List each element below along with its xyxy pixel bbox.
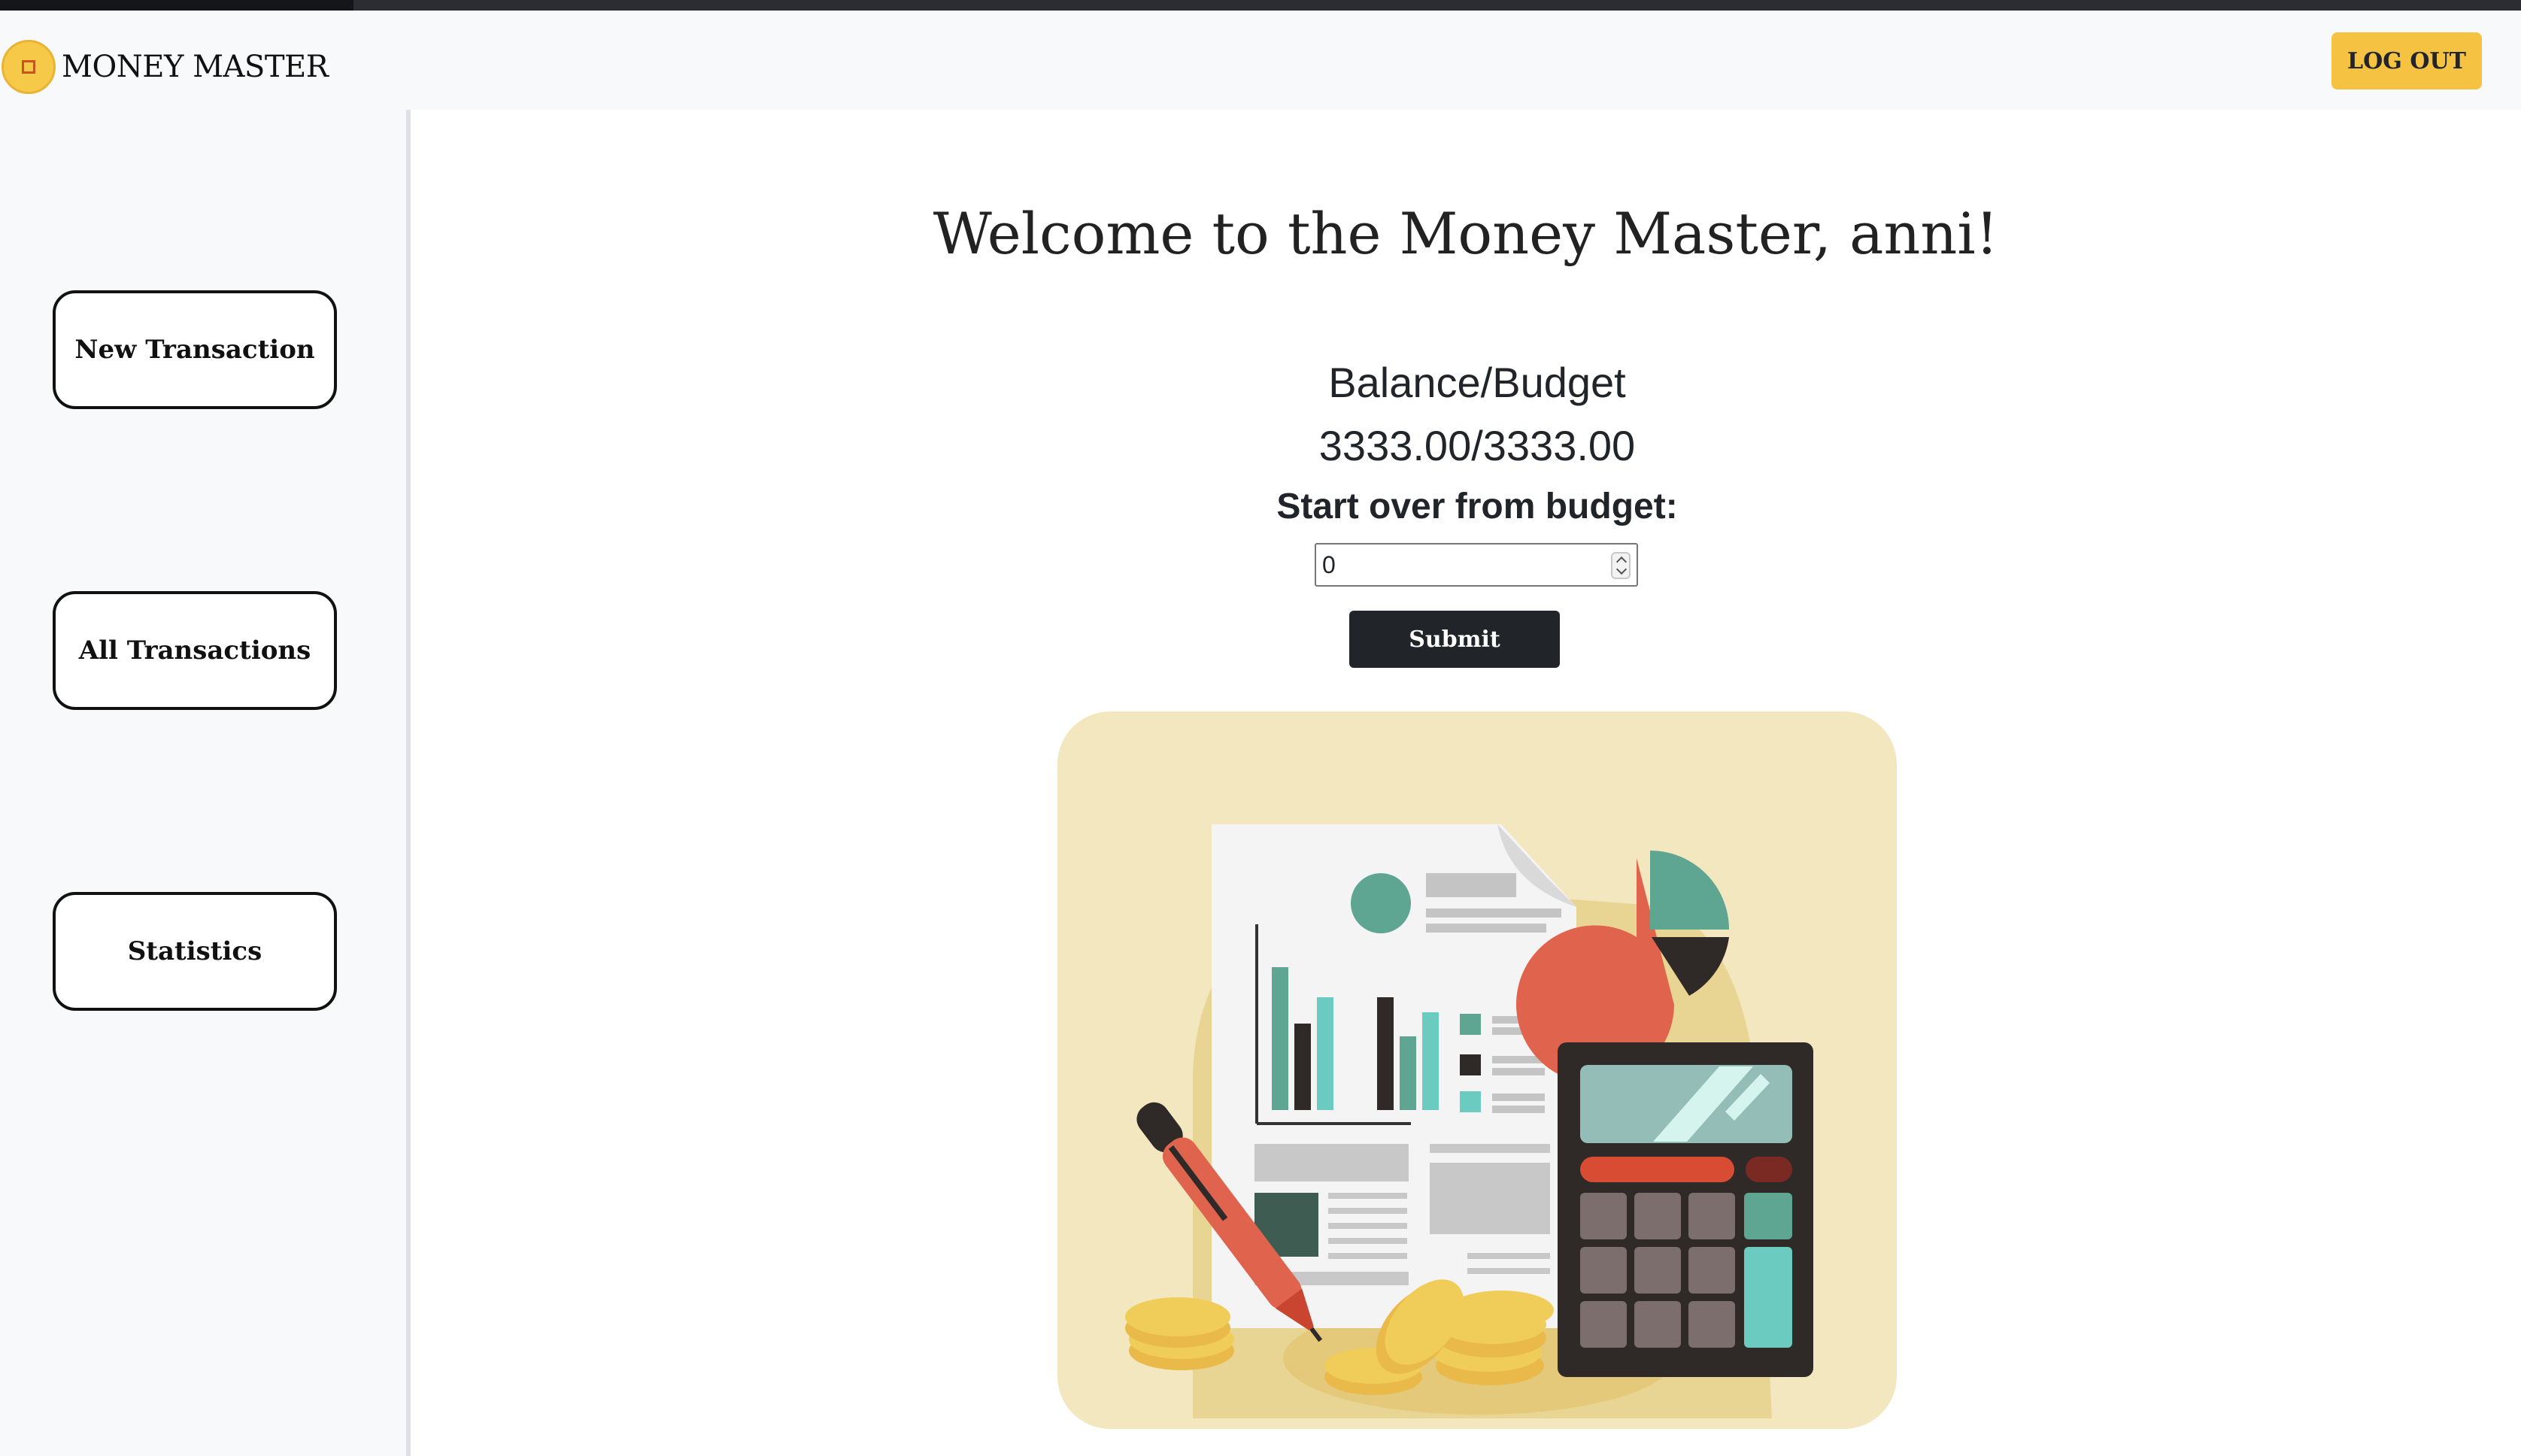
navbar: MONEY MASTER LOG OUT <box>0 11 2521 110</box>
number-stepper-icon[interactable] <box>1611 552 1631 579</box>
reset-budget-label: Start over from budget: <box>1276 487 1678 526</box>
balance-value: 3333.00/3333.00 <box>1318 422 1636 469</box>
window-top-bar <box>0 0 2521 11</box>
all-transactions-button[interactable]: All Transactions <box>53 591 337 710</box>
brand-name: MONEY MASTER <box>62 50 329 84</box>
new-transaction-button[interactable]: New Transaction <box>53 290 337 409</box>
balance-label: Balance/Budget <box>1328 359 1626 406</box>
main-content: Welcome to the Money Master, anni! Balan… <box>411 110 2521 1456</box>
budget-input[interactable]: 0 <box>1315 543 1638 587</box>
budget-input-value: 0 <box>1322 551 1336 578</box>
finance-illustration <box>1057 711 1897 1429</box>
statistics-button[interactable]: Statistics <box>53 892 337 1011</box>
coin-logo-icon <box>2 40 56 94</box>
sidebar: New Transaction All Transactions Statist… <box>0 110 411 1456</box>
logout-button[interactable]: LOG OUT <box>2331 32 2482 89</box>
submit-button[interactable]: Submit <box>1349 611 1560 668</box>
page-title: Welcome to the Money Master, anni! <box>933 200 1999 267</box>
brand[interactable]: MONEY MASTER <box>2 33 329 101</box>
